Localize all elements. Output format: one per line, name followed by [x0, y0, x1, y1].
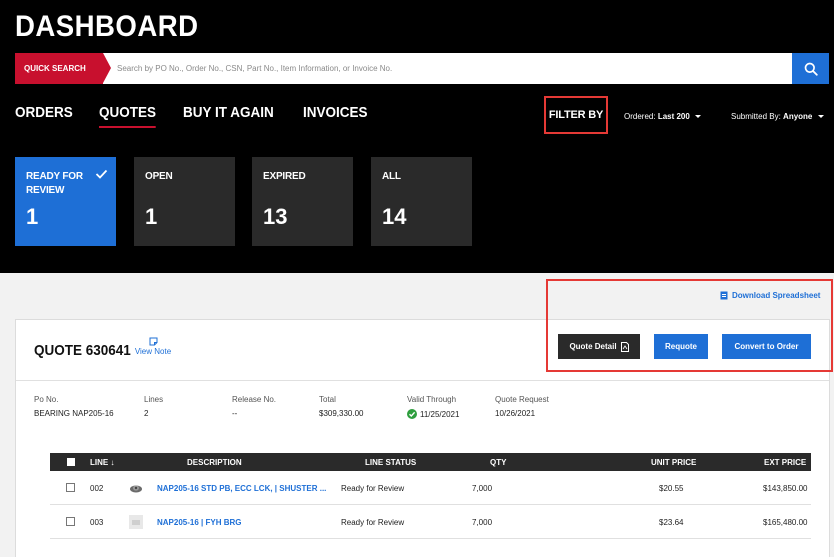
- view-note-link[interactable]: View Note: [132, 337, 174, 356]
- row-ext-price: $165,480.00: [763, 518, 808, 527]
- meta-valid-through: Valid Through 11/25/2021: [407, 395, 459, 419]
- check-icon: [95, 169, 108, 179]
- row-unit-price: $23.64: [659, 518, 684, 527]
- filter-by-label[interactable]: FILTER BY: [544, 96, 608, 134]
- meta-lines: Lines 2: [144, 395, 163, 418]
- row-qty: 7,000: [472, 518, 493, 527]
- view-note-label: View Note: [134, 347, 172, 356]
- column-header-line-label: LINE: [90, 458, 109, 467]
- ordered-label: Ordered:: [624, 112, 656, 121]
- meta-value: 10/26/2021: [495, 409, 536, 418]
- row-description-link[interactable]: NAP205-16 STD PB, ECC LCK, | SHUSTER ...: [157, 484, 326, 493]
- status-card-count: 14: [382, 204, 407, 229]
- status-card-expired[interactable]: EXPIRED 13: [252, 157, 353, 246]
- nav-orders[interactable]: ORDERS: [15, 104, 73, 128]
- meta-total: Total $309,330.00: [319, 395, 364, 418]
- status-card-label: ALL: [382, 171, 401, 182]
- row-line: 002: [90, 484, 104, 493]
- row-line: 003: [90, 518, 104, 527]
- bearing-thumbnail-icon: [129, 515, 143, 529]
- status-card-count: 13: [263, 204, 288, 229]
- nav-invoices[interactable]: INVOICES: [303, 104, 368, 128]
- row-checkbox[interactable]: [66, 517, 75, 526]
- dashboard-header: DASHBOARD QUICK SEARCH ORDERS QUOTES BUY…: [0, 0, 834, 273]
- meta-po-no: Po No. BEARING NAP205-16: [34, 395, 114, 418]
- quick-search-bar: QUICK SEARCH: [15, 53, 829, 84]
- table-row: 003 NAP205-16 | FYH BRG Ready for Review…: [50, 505, 811, 539]
- status-card-open[interactable]: OPEN 1: [134, 157, 235, 246]
- search-icon: [804, 62, 818, 76]
- main-nav: ORDERS QUOTES BUY IT AGAIN INVOICES: [15, 104, 375, 128]
- status-card-ready-for-review[interactable]: READY FOR REVIEW 1: [15, 157, 116, 246]
- meta-label: Po No.: [34, 395, 59, 404]
- bearing-thumbnail-icon: [130, 485, 142, 493]
- column-header-line[interactable]: LINE ↓: [90, 458, 114, 467]
- chevron-down-icon: [695, 115, 702, 119]
- chevron-down-icon: [817, 115, 824, 119]
- status-card-count: 1: [26, 204, 39, 229]
- column-header-qty: QTY: [490, 458, 507, 467]
- sort-arrow-down-icon: ↓: [110, 458, 115, 467]
- valid-check-icon: [407, 409, 417, 419]
- table-header: LINE ↓ DESCRIPTION LINE STATUS QTY UNIT …: [50, 453, 811, 471]
- page-title: DASHBOARD: [15, 10, 199, 43]
- table-row: 002 NAP205-16 STD PB, ECC LCK, | SHUSTER…: [50, 471, 811, 505]
- status-card-label: READY FOR REVIEW: [26, 171, 83, 196]
- search-button[interactable]: [792, 53, 829, 84]
- meta-quote-request: Quote Request 10/26/2021: [495, 395, 549, 418]
- meta-value: 2: [144, 409, 149, 418]
- submitted-by-dropdown[interactable]: Submitted By: Anyone: [731, 112, 824, 121]
- meta-label: Lines: [144, 395, 164, 404]
- note-icon: [149, 337, 157, 346]
- meta-label: Quote Request: [495, 395, 549, 404]
- meta-value: --: [232, 409, 238, 418]
- column-header-description: DESCRIPTION: [187, 458, 242, 467]
- quick-search-tag: QUICK SEARCH: [15, 53, 111, 84]
- row-checkbox[interactable]: [66, 483, 75, 492]
- row-qty: 7,000: [472, 484, 493, 493]
- nav-buy-it-again[interactable]: BUY IT AGAIN: [183, 104, 274, 128]
- meta-value: BEARING NAP205-16: [34, 409, 114, 418]
- meta-value: $309,330.00: [319, 409, 364, 418]
- column-header-unit-price: UNIT PRICE: [651, 458, 697, 467]
- status-card-count: 1: [145, 204, 158, 229]
- panel-divider: [16, 380, 829, 381]
- meta-release-no: Release No. --: [232, 395, 276, 418]
- row-description-link[interactable]: NAP205-16 | FYH BRG: [157, 518, 241, 527]
- row-ext-price: $143,850.00: [763, 484, 808, 493]
- meta-valid-through-value: 11/25/2021: [407, 409, 459, 419]
- row-status: Ready for Review: [341, 484, 405, 493]
- row-unit-price: $20.55: [659, 484, 684, 493]
- submitted-value: Anyone: [783, 112, 813, 121]
- quote-title: QUOTE 630641: [34, 342, 131, 359]
- actions-highlight-box: [546, 279, 833, 372]
- status-card-all[interactable]: ALL 14: [371, 157, 472, 246]
- status-card-label: EXPIRED: [263, 171, 306, 182]
- ordered-value: Last 200: [657, 112, 690, 121]
- column-header-ext-price: EXT PRICE: [764, 458, 807, 467]
- select-all-checkbox[interactable]: [67, 458, 75, 466]
- status-card-label: OPEN: [145, 171, 173, 182]
- column-header-line-status: LINE STATUS: [365, 458, 417, 467]
- search-input[interactable]: [103, 53, 792, 84]
- ordered-dropdown[interactable]: Ordered: Last 200: [624, 112, 702, 121]
- meta-value: 11/25/2021: [420, 409, 460, 419]
- row-status: Ready for Review: [341, 518, 405, 527]
- meta-label: Valid Through: [407, 395, 457, 404]
- meta-label: Release No.: [232, 395, 277, 404]
- nav-quotes[interactable]: QUOTES: [99, 104, 157, 128]
- meta-label: Total: [319, 395, 336, 404]
- submitted-label: Submitted By:: [731, 112, 781, 121]
